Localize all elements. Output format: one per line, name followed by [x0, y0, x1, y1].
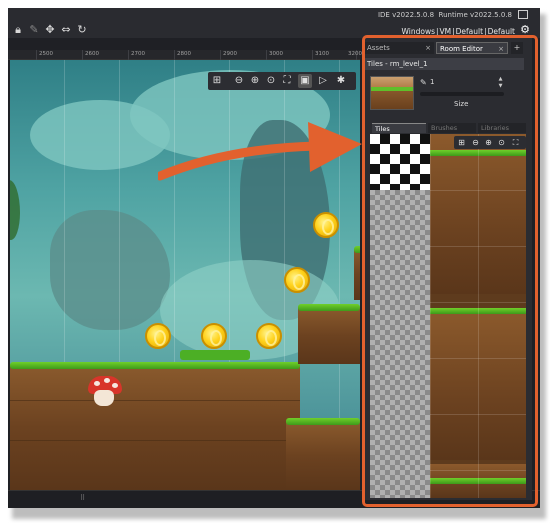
tab-libraries[interactable]: Libraries	[478, 123, 526, 133]
zoom-reset-icon[interactable]: ⊙	[496, 137, 507, 148]
pencil-tool-icon[interactable]: ✎	[28, 24, 40, 36]
room-editor-panel: Assets × Room Editor × + Tiles - rm_level_…	[362, 38, 532, 500]
zoom-in-icon[interactable]: ⊕	[483, 137, 494, 148]
menu-vm[interactable]: VM	[440, 27, 452, 36]
fit-icon[interactable]: ⛶	[280, 74, 294, 88]
ground-platform[interactable]	[10, 366, 300, 490]
raised-platform[interactable]	[298, 308, 360, 364]
select-icon[interactable]: ▣	[298, 74, 312, 88]
mushroom-body	[94, 390, 114, 406]
play-icon[interactable]: ▷	[316, 74, 330, 88]
tile-palette[interactable]: ⊞ ⊖ ⊕ ⊙ ⛶	[370, 134, 526, 498]
window-icon[interactable]	[518, 10, 528, 19]
grid-icon[interactable]: ⊞	[456, 137, 467, 148]
handle-icon[interactable]: ⠿	[80, 494, 85, 502]
room-toolbar: ⊞ ⊖ ⊕ ⊙ ⛶ ▣ ▷ ✱	[208, 72, 356, 90]
ruler-label: 2600	[85, 51, 99, 57]
ruler-label: 3100	[315, 51, 329, 57]
bush	[180, 350, 250, 360]
move-tool-icon[interactable]: ✥	[44, 24, 56, 36]
close-icon[interactable]: ×	[425, 42, 431, 54]
ruler-label: 2900	[223, 51, 237, 57]
menu-windows[interactable]: Windows	[402, 27, 435, 36]
horizontal-ruler: 2500 2600 2700 2800 2900 3000 3100 3200	[8, 50, 362, 60]
tab-assets[interactable]: Assets ×	[364, 42, 434, 54]
tile-palette-toolbar: ⊞ ⊖ ⊕ ⊙ ⛶	[454, 136, 526, 149]
resize-tool-icon[interactable]: ⇔	[60, 24, 72, 36]
ruler-label: 2500	[39, 51, 53, 57]
pencil-icon[interactable]: ✎	[420, 78, 427, 87]
zoom-out-icon[interactable]: ⊖	[232, 74, 246, 88]
version-text: IDE v2022.5.0.8 Runtime v2022.5.0.8	[377, 11, 512, 19]
coin[interactable]	[256, 323, 282, 349]
menu-default-2[interactable]: Default	[488, 27, 515, 36]
ruler-label: 2700	[131, 51, 145, 57]
ruler-label: 3200	[348, 51, 362, 57]
rotate-tool-icon[interactable]: ↻	[76, 24, 88, 36]
tab-room-editor[interactable]: Room Editor ×	[436, 42, 508, 54]
lock-icon[interactable]: 🔒︎	[12, 24, 24, 36]
zoom-in-icon[interactable]: ⊕	[248, 74, 262, 88]
coin[interactable]	[201, 323, 227, 349]
screenshot-icon[interactable]: ✱	[334, 74, 348, 88]
transparent-tiles-column[interactable]	[370, 190, 430, 498]
menu-bar: Windows|VM|Default|Default	[401, 27, 516, 36]
ruler-label: 3000	[269, 51, 283, 57]
screenshot-frame: 🔒︎ ✎ ✥ ⇔ ↻ IDE v2022.5.0.8 Runtime v2022…	[0, 0, 550, 523]
gear-icon[interactable]: ⚙	[520, 24, 530, 36]
size-slider[interactable]	[420, 92, 504, 96]
coin[interactable]	[313, 212, 339, 238]
fit-icon[interactable]: ⛶	[510, 137, 521, 148]
size-stepper[interactable]: ▲ ▼	[496, 76, 505, 90]
top-bar: 🔒︎ ✎ ✥ ⇔ ↻ IDE v2022.5.0.8 Runtime v2022…	[8, 8, 540, 38]
coin[interactable]	[145, 323, 171, 349]
brush-size-value[interactable]: 1	[430, 78, 434, 86]
zoom-out-icon[interactable]: ⊖	[470, 137, 481, 148]
add-tab-button[interactable]: +	[511, 42, 523, 54]
grid-icon[interactable]: ⊞	[210, 74, 224, 88]
coin[interactable]	[284, 267, 310, 293]
annotation-arrow	[158, 122, 362, 181]
size-label: Size	[454, 100, 469, 108]
tab-brushes[interactable]: Brushes	[428, 123, 476, 133]
menu-default-1[interactable]: Default	[456, 27, 483, 36]
empty-tile[interactable]	[370, 134, 430, 190]
close-icon[interactable]: ×	[498, 43, 504, 55]
tileset-thumbnail[interactable]	[370, 76, 414, 110]
tab-tiles[interactable]: Tiles	[372, 123, 426, 133]
ruler-label: 2800	[177, 51, 191, 57]
ide-window: 🔒︎ ✎ ✥ ⇔ ↻ IDE v2022.5.0.8 Runtime v2022…	[8, 8, 540, 508]
room-layer-title: Tiles - rm_level_1	[364, 58, 524, 70]
lower-platform[interactable]	[286, 422, 360, 490]
zoom-reset-icon[interactable]: ⊙	[264, 74, 278, 88]
